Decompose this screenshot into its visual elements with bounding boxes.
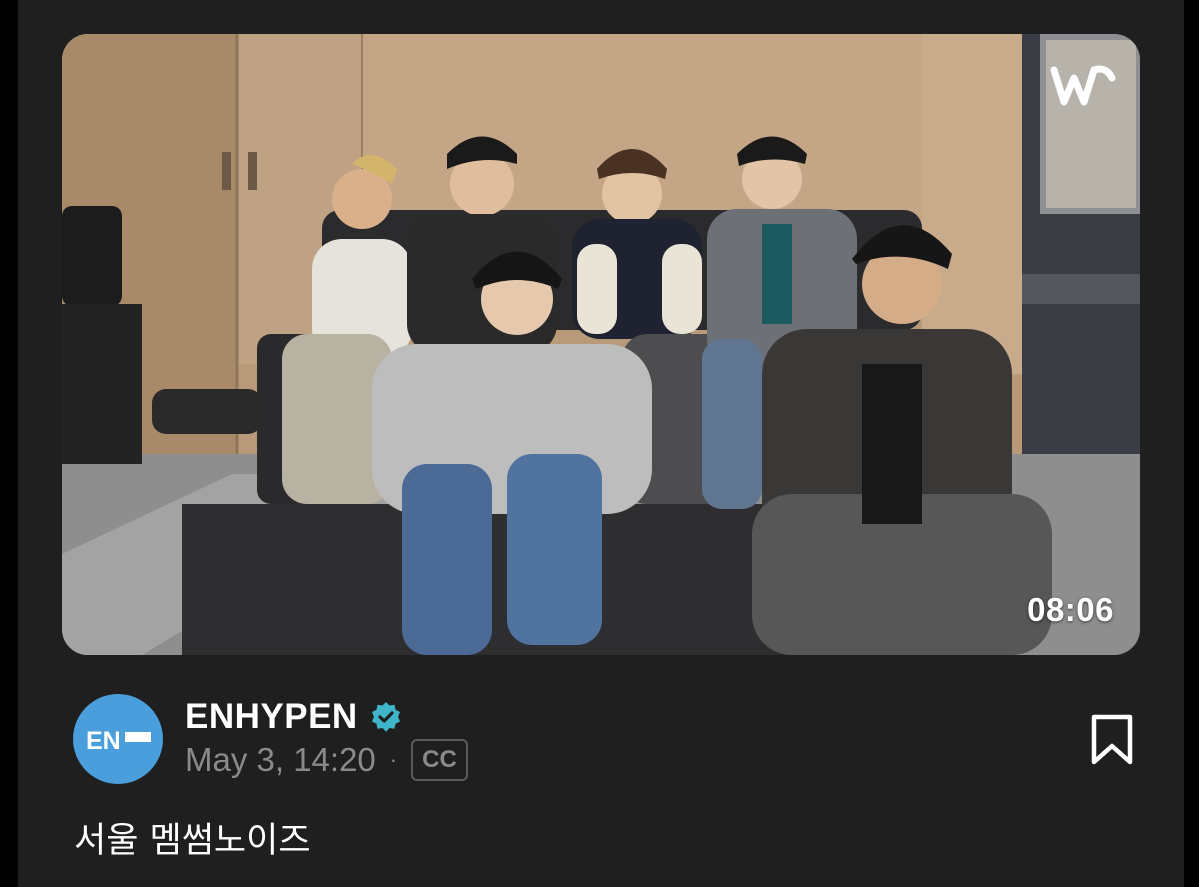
weverse-logo-icon [1050,65,1116,106]
channel-name-row: ENHYPEN [185,694,402,740]
post-caption: 서울 멤썸노이즈 [74,821,311,861]
video-duration: 08:06 [1027,591,1114,628]
video-thumbnail[interactable]: 08:06 [62,34,1140,655]
bookmark-icon[interactable] [1089,714,1135,766]
separator-dot: · [389,747,398,772]
channel-name[interactable]: ENHYPEN [185,697,358,737]
channel-avatar[interactable]: EN [73,694,163,784]
app-screen: 08:06 EN ENHYPEN May 3, 14:20 · CC 서울 멤썸… [18,0,1184,887]
verified-badge-icon [371,702,400,732]
enhypen-logo-icon: EN [86,727,151,755]
cc-badge: CC [411,739,468,781]
video-thumbnail-image [62,34,1140,655]
post-info-row: May 3, 14:20 · CC [185,739,468,781]
post-meta: EN ENHYPEN May 3, 14:20 · CC [73,692,1153,784]
svg-text:EN: EN [86,727,121,755]
post-date: May 3, 14:20 [185,741,376,778]
